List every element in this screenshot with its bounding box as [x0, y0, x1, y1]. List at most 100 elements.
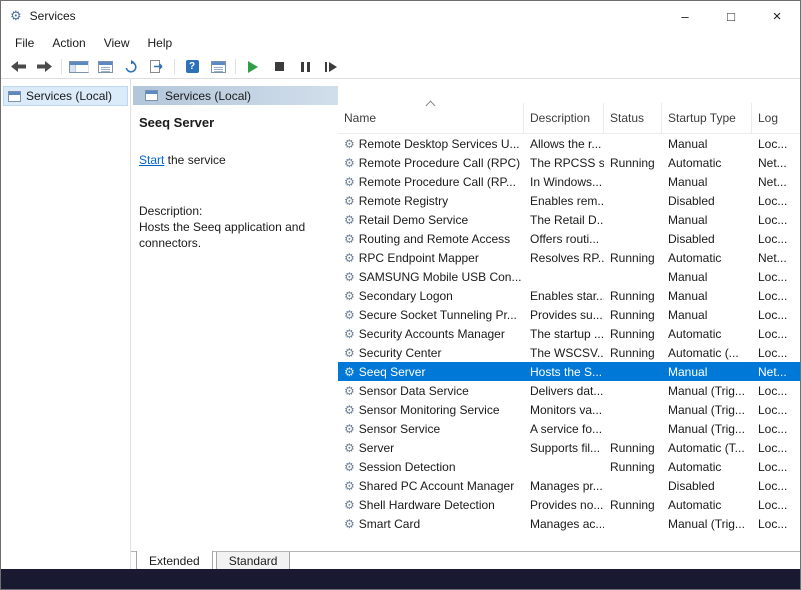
service-name-cell: ⚙ Sensor Data Service [338, 384, 524, 398]
service-gear-icon: ⚙ [344, 461, 355, 473]
service-gear-icon: ⚙ [344, 138, 355, 150]
restart-service-icon[interactable] [321, 58, 341, 76]
service-startup-type-cell: Disabled [662, 194, 752, 208]
service-startup-type-cell: Disabled [662, 232, 752, 246]
maximize-button[interactable]: □ [708, 1, 754, 31]
tab-extended[interactable]: Extended [136, 551, 213, 571]
service-row[interactable]: ⚙ SAMSUNG Mobile USB Con... Manual Loc..… [338, 267, 800, 286]
service-startup-type-cell: Manual (Trig... [662, 403, 752, 417]
export-list-icon[interactable] [147, 58, 167, 76]
service-row[interactable]: ⚙ Routing and Remote Access Offers routi… [338, 229, 800, 248]
service-row[interactable]: ⚙ Smart Card Manages ac... Manual (Trig.… [338, 514, 800, 533]
toolbar-separator [235, 59, 236, 74]
service-startup-type-cell: Automatic [662, 498, 752, 512]
service-status-cell: Running [604, 498, 662, 512]
service-startup-type-cell: Automatic [662, 156, 752, 170]
menu-help[interactable]: Help [139, 33, 182, 53]
service-action-line: Start the service [139, 153, 335, 167]
service-name-cell: ⚙ Remote Procedure Call (RPC) [338, 156, 524, 170]
service-row[interactable]: ⚙ Sensor Data Service Delivers dat... Ma… [338, 381, 800, 400]
service-log-on-as-cell: Loc... [752, 346, 800, 360]
service-log-on-as-cell: Loc... [752, 327, 800, 341]
services-app-icon: ⚙ [10, 8, 22, 24]
service-log-on-as-cell: Loc... [752, 289, 800, 303]
service-startup-type-cell: Automatic [662, 460, 752, 474]
service-row[interactable]: ⚙ Remote Registry Enables rem... Disable… [338, 191, 800, 210]
column-header-status[interactable]: Status [604, 103, 662, 133]
description-label: Description: [139, 204, 335, 218]
service-description-cell: Hosts the S... [524, 365, 604, 379]
service-gear-icon: ⚙ [344, 385, 355, 397]
service-description-cell: In Windows... [524, 175, 604, 189]
properties-icon[interactable] [95, 58, 115, 76]
service-description-cell: Provides su... [524, 308, 604, 322]
service-row[interactable]: ⚙ Security Accounts Manager The startup … [338, 324, 800, 343]
service-gear-icon: ⚙ [344, 480, 355, 492]
service-row[interactable]: ⚙ Sensor Monitoring Service Monitors va.… [338, 400, 800, 419]
selected-service-title: Seeq Server [139, 115, 335, 130]
service-name-cell: ⚙ Routing and Remote Access [338, 232, 524, 246]
service-row[interactable]: ⚙ Security Center The WSCSV... Running A… [338, 343, 800, 362]
service-gear-icon: ⚙ [344, 252, 355, 264]
service-log-on-as-cell: Loc... [752, 232, 800, 246]
service-description-cell: Delivers dat... [524, 384, 604, 398]
column-header-description[interactable]: Description [524, 103, 604, 133]
service-startup-type-cell: Automatic [662, 251, 752, 265]
service-startup-type-cell: Manual [662, 137, 752, 151]
service-row[interactable]: ⚙ Remote Procedure Call (RP... In Window… [338, 172, 800, 191]
tree-item-services-local[interactable]: Services (Local) [3, 86, 128, 106]
console-window-icon [145, 90, 158, 101]
toolbar-separator [174, 59, 175, 74]
menu-action[interactable]: Action [43, 33, 94, 53]
service-name-cell: ⚙ Remote Desktop Services U... [338, 137, 524, 151]
toolbar: ? [1, 55, 800, 79]
service-row[interactable]: ⚙ Shared PC Account Manager Manages pr..… [338, 476, 800, 495]
forward-icon[interactable] [34, 58, 54, 76]
service-description-cell: Enables star... [524, 289, 604, 303]
service-gear-icon: ⚙ [344, 442, 355, 454]
service-status-cell: Running [604, 251, 662, 265]
pause-service-icon[interactable] [295, 58, 315, 76]
column-header-startup-type[interactable]: Startup Type [662, 103, 752, 133]
toolbar-separator [61, 59, 62, 74]
service-row[interactable]: ⚙ Secure Socket Tunneling Pr... Provides… [338, 305, 800, 324]
service-row[interactable]: ⚙ Sensor Service A service fo... Manual … [338, 419, 800, 438]
service-startup-type-cell: Automatic (... [662, 346, 752, 360]
service-log-on-as-cell: Loc... [752, 422, 800, 436]
start-service-icon[interactable] [243, 58, 263, 76]
service-row[interactable]: ⚙ Shell Hardware Detection Provides no..… [338, 495, 800, 514]
show-console-tree-icon[interactable] [69, 58, 89, 76]
refresh-icon[interactable] [121, 58, 141, 76]
menu-view[interactable]: View [95, 33, 139, 53]
service-description-cell: Resolves RP... [524, 251, 604, 265]
service-row[interactable]: ⚙ Seeq Server Hosts the S... Manual Net.… [338, 362, 800, 381]
menu-file[interactable]: File [6, 33, 43, 53]
help-icon[interactable]: ? [182, 58, 202, 76]
stop-service-icon[interactable] [269, 58, 289, 76]
pane-header-title: Services (Local) [165, 89, 251, 103]
console-window-icon [8, 91, 21, 102]
extended-view-icon[interactable] [208, 58, 228, 76]
start-service-link[interactable]: Start [139, 153, 164, 167]
service-row[interactable]: ⚙ Remote Desktop Services U... Allows th… [338, 134, 800, 153]
service-log-on-as-cell: Loc... [752, 137, 800, 151]
bottom-bar [1, 569, 800, 589]
service-log-on-as-cell: Loc... [752, 517, 800, 531]
service-row[interactable]: ⚙ Server Supports fil... Running Automat… [338, 438, 800, 457]
tree-item-label: Services (Local) [26, 89, 112, 103]
service-row[interactable]: ⚙ RPC Endpoint Mapper Resolves RP... Run… [338, 248, 800, 267]
service-row[interactable]: ⚙ Secondary Logon Enables star... Runnin… [338, 286, 800, 305]
minimize-button[interactable]: – [662, 1, 708, 31]
service-row[interactable]: ⚙ Remote Procedure Call (RPC) The RPCSS … [338, 153, 800, 172]
service-startup-type-cell: Manual [662, 289, 752, 303]
back-icon[interactable] [8, 58, 28, 76]
service-description-cell: Manages ac... [524, 517, 604, 531]
service-row[interactable]: ⚙ Retail Demo Service The Retail D... Ma… [338, 210, 800, 229]
service-status-cell: Running [604, 460, 662, 474]
service-row[interactable]: ⚙ Session Detection Running Automatic Lo… [338, 457, 800, 476]
service-description-cell: The RPCSS s... [524, 156, 604, 170]
service-gear-icon: ⚙ [344, 233, 355, 245]
close-button[interactable]: × [754, 1, 800, 31]
column-header-log-on-as[interactable]: Log [752, 103, 800, 133]
service-name-cell: ⚙ SAMSUNG Mobile USB Con... [338, 270, 524, 284]
